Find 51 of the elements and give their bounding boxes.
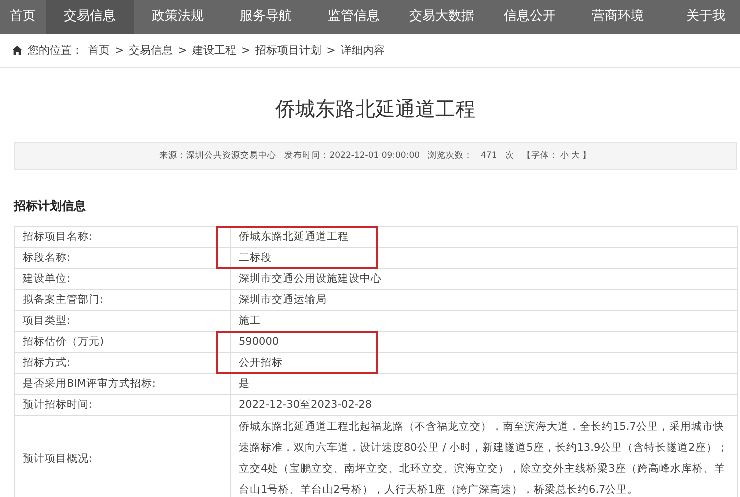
nav-tab[interactable]: 政策法规 (134, 0, 222, 34)
separator-icon: > (326, 44, 336, 57)
breadcrumb-link[interactable]: 交易信息 (129, 43, 174, 58)
field-label: 标段名称: (14, 248, 230, 268)
source-text: 来源：深圳公共资源交易中心 (160, 150, 277, 162)
nav-tab[interactable]: 信息公开 (486, 0, 574, 34)
views-unit: 次 (505, 150, 514, 162)
bracket-text: 】 (582, 150, 592, 162)
field-value: 590000 (239, 336, 280, 348)
field-value: 2022-12-30至2023-02-28 (239, 399, 372, 411)
breadcrumb-link[interactable]: 详细内容 (340, 43, 385, 58)
separator-icon: > (115, 44, 124, 57)
field-label: 招标方式: (14, 352, 230, 374)
field-label: 预计招标时间: (14, 394, 230, 416)
breadcrumb-link[interactable]: 建设工程 (192, 43, 236, 58)
views-count: 471 (481, 151, 498, 161)
field-label: 是否采用BIM评审方式招标: (14, 374, 230, 394)
field-value: 是 (239, 378, 250, 390)
nav-tab[interactable]: 营商环境 (574, 0, 662, 34)
field-value: 侨城东路北延通道工程北起福龙路（不含福龙立交），南至滨海大道，全长约15.7公里，采用城市快速路标准，双向六车道，设计速度80公里 / 小时，新建隧道5座，长约13.9公里（含特长隧道2座）；立交4处（宝鹏立交、南坪立交、北环立交、滨海立交），除立交外主线桥梁3座（跨高峰水库桥、羊台山1号桥、羊台山2号桥），人行天桥1座（跨广深高速），桥梁总长约6.7公里。 (239, 421, 728, 496)
field-label: 招标项目名称: (14, 226, 230, 248)
field-value: 侨城东路北延通道工程 (239, 231, 349, 243)
field-value: 深圳市交通运输局 (239, 294, 327, 306)
section-title: 招标计划信息 (14, 198, 87, 215)
field-label: 招标估价（万元) (14, 332, 230, 352)
field-value: 深圳市交通公用设施建设中心 (239, 273, 382, 285)
page-title: 侨城东路北延通道工程 (274, 96, 476, 123)
nav-tab[interactable]: 监管信息 (310, 0, 398, 34)
small-font-link[interactable]: 小 (560, 150, 570, 162)
separator-icon: > (241, 44, 251, 57)
breadcrumb-link[interactable]: 招标项目计划 (256, 43, 322, 58)
nav-tab[interactable]: 关于我 (662, 0, 740, 34)
field-value: 二标段 (239, 252, 272, 264)
field-value: 公开招标 (239, 357, 283, 369)
separator-icon: > (178, 44, 188, 57)
large-font-link[interactable]: 大 (571, 150, 580, 162)
nav-tab[interactable]: 服务导航 (222, 0, 310, 34)
views-label: 浏览次数： (428, 150, 474, 162)
breadcrumb-link[interactable]: 首页 (88, 43, 110, 58)
nav-tab[interactable]: 交易信息 (46, 0, 134, 34)
field-label: 预计项目概况: (14, 416, 230, 497)
field-label: 拟备案主管部门: (14, 290, 230, 310)
nav-tab[interactable]: 交易大数据 (398, 0, 486, 34)
field-value: 施工 (239, 315, 261, 327)
font-size-label: 【字体： (522, 150, 558, 162)
field-label: 建设单位: (14, 268, 230, 290)
field-label: 项目类型: (14, 310, 230, 332)
nav-tab[interactable]: 首页 (0, 0, 46, 34)
publish-time: 发布时间：2022-12-01 09:00:00 (284, 150, 420, 162)
home-icon (12, 45, 23, 56)
location-label: 您的位置： (28, 43, 83, 58)
